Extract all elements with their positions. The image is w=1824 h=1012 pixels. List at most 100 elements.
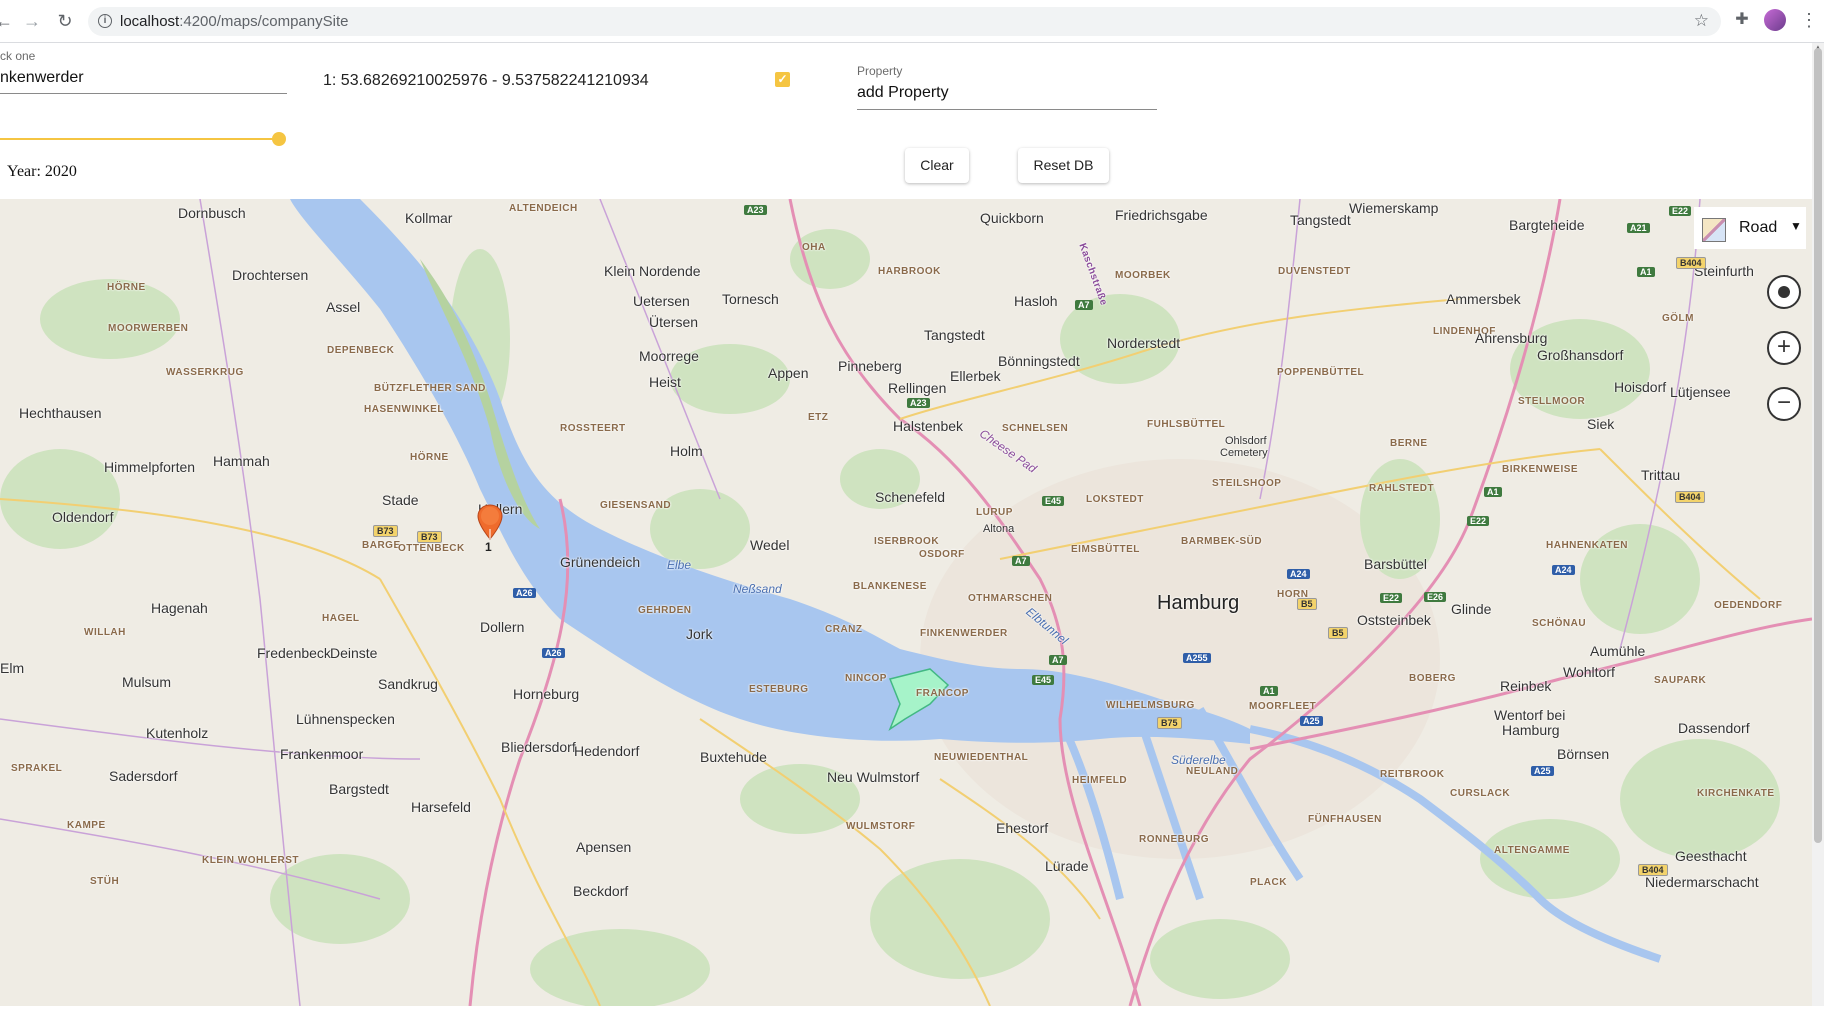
road-shield: A26 [542, 648, 565, 658]
pick-underline [0, 93, 287, 94]
map-label: Hagenah [151, 600, 208, 616]
map-label: LURUP [976, 507, 1013, 518]
locate-me-button[interactable] [1767, 275, 1801, 309]
road-shield: A25 [1300, 716, 1323, 726]
scrollbar-thumb[interactable] [1814, 48, 1822, 843]
map-label: Oldendorf [52, 509, 114, 525]
map-label: OEDENDORF [1714, 600, 1783, 611]
map-label: LOKSTEDT [1086, 494, 1144, 505]
map-label: Ütersen [649, 314, 699, 330]
map-label: Wohltorf [1563, 664, 1615, 680]
zoom-out-button[interactable]: − [1767, 387, 1801, 421]
map-label: Beckdorf [573, 883, 629, 899]
map-label: Neu Wulmstorf [827, 769, 920, 785]
map-label: Hechthausen [19, 405, 102, 421]
map-label: BARGE [362, 540, 401, 551]
map-label: Dornbusch [178, 205, 246, 221]
map-label: Tangstedt [1290, 212, 1351, 228]
map-label: Geesthacht [1675, 848, 1747, 864]
property-input[interactable]: add Property [857, 84, 949, 102]
map-label: HEIMFELD [1072, 775, 1128, 786]
map-canvas[interactable]: Dornbusch Kollmar ALTENDEICH Quickborn F… [0, 199, 1812, 1006]
reload-icon[interactable]: ↻ [55, 11, 75, 31]
map-label: Moorrege [639, 348, 699, 364]
map-label: Rellingen [888, 380, 947, 396]
map-style-selector[interactable]: Road ▼ [1694, 207, 1806, 249]
minus-icon: − [1776, 389, 1791, 416]
map-label: RONNEBURG [1139, 834, 1210, 845]
map-label: DEPENBECK [327, 345, 395, 356]
map-label: Bargstedt [329, 781, 389, 797]
browser-toolbar: ← → ↻ i localhost:4200/maps/companySite … [0, 0, 1824, 43]
map-label: Assel [326, 299, 361, 315]
map-label: Apensen [576, 839, 632, 855]
map-label: Friedrichsgabe [1115, 207, 1208, 223]
map-label: RAHLSTEDT [1369, 483, 1435, 494]
map-label: Ellerbek [950, 368, 1001, 384]
road-shield: E22 [1380, 593, 1403, 603]
map-label: Ohlsdorf [1225, 435, 1267, 447]
map-label: DUVENSTEDT [1278, 266, 1351, 277]
map-label: KIRCHENKATE [1697, 788, 1775, 799]
map-label: KLEIN WOHLERST [202, 855, 299, 866]
year-slider-track[interactable] [0, 138, 278, 140]
pick-select[interactable]: nkenwerder [0, 69, 84, 87]
pick-label: ck one [0, 49, 36, 63]
road-shield: E22 [1669, 206, 1692, 216]
clear-button[interactable]: Clear [905, 148, 969, 183]
map-label: WILLAH [84, 627, 126, 638]
map-label: Dollern [480, 619, 525, 635]
map-label: ESTEBURG [749, 684, 809, 695]
map-label: ALTENGAMME [1494, 845, 1570, 856]
map-label: Bargteheide [1509, 217, 1585, 233]
back-icon[interactable]: ← [0, 11, 14, 31]
map-label: ALTENDEICH [509, 203, 578, 214]
map-label: ISERBROOK [874, 536, 940, 547]
map-label: Harsefeld [411, 799, 471, 815]
year-slider-thumb[interactable] [272, 132, 286, 146]
road-shield: A24 [1552, 565, 1575, 575]
road-shield: A1 [1260, 686, 1278, 696]
map-label: CURSLACK [1450, 788, 1511, 799]
road-shield: B75 [1157, 717, 1182, 729]
road-shield: A7 [1049, 655, 1067, 665]
map-label: Lütjensee [1670, 384, 1731, 400]
map-label: MOORFLEET [1249, 701, 1317, 712]
map-label: NEULAND [1186, 766, 1239, 777]
url-text[interactable]: localhost:4200/maps/companySite [120, 13, 348, 30]
plus-icon: + [1776, 333, 1791, 360]
map-marker-icon[interactable] [477, 504, 503, 540]
map-label: Glinde [1451, 601, 1492, 617]
reset-db-button[interactable]: Reset DB [1018, 148, 1109, 183]
visibility-checkbox[interactable]: ✓ [775, 72, 790, 87]
map-label: Ehestorf [996, 820, 1049, 836]
map-label: HAGEL [322, 613, 360, 624]
road-shield: B73 [417, 531, 442, 543]
road-shield: A21 [1627, 223, 1650, 233]
map-label: STÜH [90, 876, 120, 887]
map-label: Cemetery [1220, 447, 1268, 459]
avatar[interactable] [1764, 9, 1786, 31]
map-label: Lühnenspecken [296, 711, 395, 727]
map-terrain [0, 199, 1812, 1006]
map-label: HÖRNE [410, 452, 449, 463]
map-label: Frankenmoor [280, 746, 364, 762]
road-shield: A1 [1637, 267, 1655, 277]
map-label: STEILSHOOP [1212, 478, 1282, 489]
info-icon[interactable]: i [98, 14, 112, 28]
property-underline [857, 109, 1157, 110]
menu-dots-icon[interactable]: ⋮ [1800, 9, 1818, 31]
road-shield: A7 [1012, 556, 1030, 566]
map-label: Drochtersen [232, 267, 309, 283]
map-label: Hasloh [1014, 293, 1058, 309]
bookmark-star-icon[interactable]: ☆ [1694, 11, 1709, 31]
extensions-puzzle-icon[interactable]: ✚ [1733, 11, 1751, 29]
map-label: Sadersdorf [109, 768, 178, 784]
map-label: Reinbek [1500, 678, 1552, 694]
map-label: Siek [1587, 416, 1615, 432]
forward-icon[interactable]: → [22, 11, 42, 31]
map-label: ETZ [808, 412, 829, 423]
map-label: Lürade [1045, 858, 1089, 874]
zoom-in-button[interactable]: + [1767, 331, 1801, 365]
address-bar[interactable]: i localhost:4200/maps/companySite ☆ [88, 7, 1721, 36]
